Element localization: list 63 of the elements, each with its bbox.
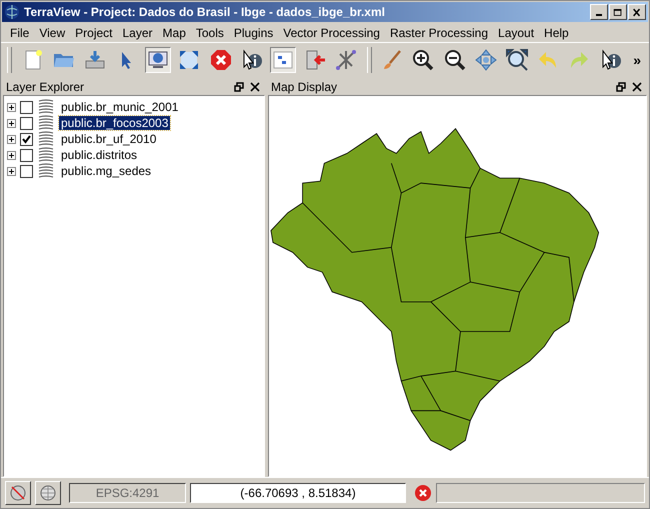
menu-item[interactable]: View — [34, 26, 70, 40]
menu-item[interactable]: Layer — [118, 26, 158, 40]
globe-button[interactable] — [35, 481, 61, 505]
menu-item[interactable]: Map — [158, 26, 191, 40]
layer-name[interactable]: public.distritos — [59, 148, 140, 162]
layer-name[interactable]: public.br_uf_2010 — [59, 132, 158, 146]
zoomext-icon — [505, 48, 530, 72]
panel-title: Map Display — [271, 80, 338, 94]
panel-title: Layer Explorer — [6, 80, 84, 94]
maximize-icon — [613, 8, 623, 16]
pan-button[interactable] — [473, 46, 498, 72]
display-button[interactable] — [144, 46, 171, 72]
layers-icon — [37, 163, 55, 179]
layer-name[interactable]: public.mg_sedes — [59, 164, 154, 178]
coordinate-field: (-66.70693 , 8.51834) — [190, 483, 406, 503]
checkbox[interactable] — [20, 148, 33, 162]
float-icon[interactable] — [616, 82, 626, 92]
zoomout-icon — [442, 48, 467, 72]
layers-icon — [37, 115, 55, 131]
menu-item[interactable]: Tools — [190, 26, 229, 40]
menu-item[interactable]: Raster Processing — [384, 26, 494, 40]
checkbox[interactable] — [20, 116, 33, 130]
layer-name[interactable]: public.br_focos2003 — [59, 116, 170, 130]
minimize-button[interactable] — [590, 4, 608, 20]
checkbox[interactable] — [20, 164, 33, 178]
maximize-button[interactable] — [609, 4, 627, 20]
no-projection-button[interactable] — [5, 481, 31, 505]
menu-item[interactable]: Project — [70, 26, 118, 40]
checkbox[interactable] — [20, 100, 33, 114]
more-button[interactable]: » — [629, 52, 646, 68]
menu-item[interactable]: Help — [539, 26, 574, 40]
menu-item[interactable]: Layout — [493, 26, 540, 40]
stop-icon[interactable] — [414, 484, 432, 502]
zoomext-button[interactable] — [504, 46, 530, 72]
expand-icon[interactable] — [7, 134, 16, 144]
close-icon — [632, 8, 642, 16]
menu-item[interactable]: File — [5, 26, 34, 40]
minimize-icon — [596, 14, 602, 16]
crossed-globe-icon — [9, 484, 27, 502]
layer-name[interactable]: public.br_munic_2001 — [59, 100, 180, 114]
menu-item[interactable]: Plugins — [228, 26, 278, 40]
expand-icon[interactable] — [7, 102, 16, 112]
layers-icon — [37, 147, 55, 163]
layers-icon — [37, 99, 55, 115]
expand-icon[interactable] — [7, 166, 16, 176]
srid-field: EPSG:4291 — [69, 483, 186, 503]
menu-item[interactable]: Vector Processing — [278, 26, 385, 40]
expand-icon[interactable] — [7, 150, 16, 160]
float-icon[interactable] — [234, 82, 244, 92]
layers-icon — [37, 131, 55, 147]
measure-icon — [334, 48, 358, 72]
pan-icon — [474, 48, 498, 72]
close-icon[interactable] — [250, 82, 260, 92]
tree-button[interactable] — [270, 46, 296, 72]
stop-icon — [208, 48, 233, 72]
globe-icon — [4, 4, 20, 20]
window-title: TerraView - Project: Dados do Brasil - Ibge - dados_ibge_br.xml — [24, 5, 385, 19]
close-icon[interactable] — [632, 82, 642, 92]
expand-icon[interactable] — [7, 118, 16, 128]
close-button[interactable] — [628, 4, 646, 20]
checkbox[interactable] — [20, 132, 33, 146]
zoomin-icon — [411, 48, 436, 72]
globe-icon — [39, 484, 57, 502]
